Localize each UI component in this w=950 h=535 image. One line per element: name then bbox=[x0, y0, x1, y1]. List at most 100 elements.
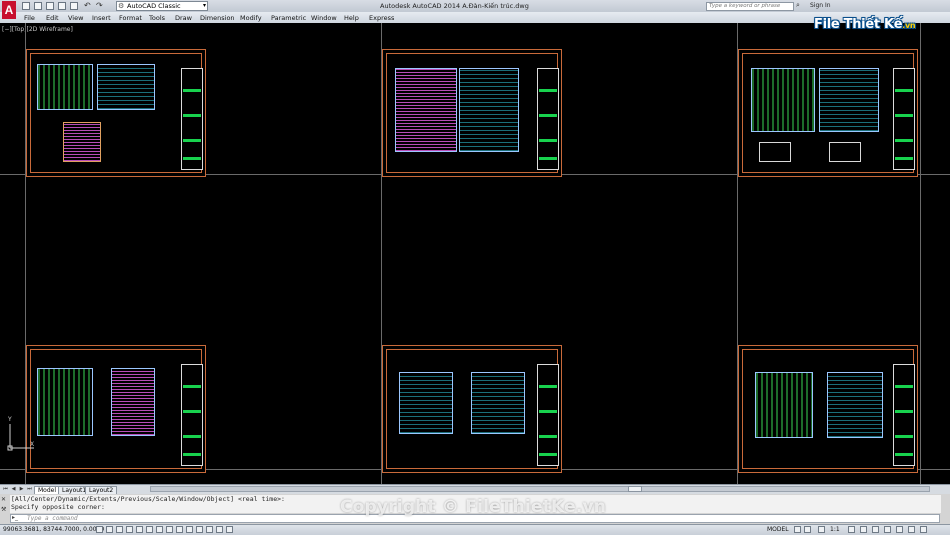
floor-plan bbox=[37, 64, 93, 110]
prev-tab-icon[interactable]: ◀ bbox=[10, 486, 17, 493]
title-block-row bbox=[539, 157, 557, 160]
snap-mode-icon[interactable] bbox=[106, 526, 113, 533]
lock-icon[interactable] bbox=[872, 526, 879, 533]
title-block-row bbox=[183, 410, 201, 413]
status-bar: 99063.3681, 83744.7000, 0.0000 MODEL 1:1 bbox=[0, 524, 950, 535]
copyright-watermark: Copyright © FileThietKe.vn bbox=[340, 497, 607, 517]
title-block-row bbox=[183, 385, 201, 388]
open-icon[interactable] bbox=[34, 2, 42, 10]
drawing-sheet-3[interactable] bbox=[738, 49, 918, 177]
ortho-mode-icon[interactable] bbox=[126, 526, 133, 533]
object-snap-icon[interactable] bbox=[146, 526, 153, 533]
elevation bbox=[399, 372, 453, 434]
title-block-row bbox=[183, 114, 201, 117]
undo-icon[interactable]: ↶ bbox=[84, 1, 91, 10]
title-block-row bbox=[895, 114, 913, 117]
title-block-row bbox=[895, 453, 913, 456]
search-input[interactable]: Type a keyword or phrase bbox=[706, 2, 794, 11]
selection-cycling-icon[interactable] bbox=[226, 526, 233, 533]
sign-in-button[interactable]: Sign In bbox=[810, 2, 831, 9]
infer-constraints-icon[interactable] bbox=[96, 526, 103, 533]
drawing-sheet-6[interactable] bbox=[738, 345, 918, 473]
object-snap-tracking-icon[interactable] bbox=[166, 526, 173, 533]
workspace-switching-icon[interactable] bbox=[860, 526, 867, 533]
grid-display-icon[interactable] bbox=[116, 526, 123, 533]
wrench-icon[interactable]: ⚒ bbox=[1, 506, 6, 513]
next-tab-icon[interactable]: ▶ bbox=[18, 486, 25, 493]
elevation bbox=[471, 372, 525, 434]
menu-format[interactable]: Format bbox=[119, 14, 142, 22]
lineweight-icon[interactable] bbox=[196, 526, 203, 533]
clean-screen-icon[interactable] bbox=[920, 526, 927, 533]
chevron-down-icon: ▾ bbox=[202, 2, 206, 9]
menu-edit[interactable]: Edit bbox=[46, 14, 59, 22]
close-icon[interactable]: ✕ bbox=[1, 496, 6, 503]
elevation bbox=[819, 68, 879, 132]
new-icon[interactable] bbox=[22, 2, 30, 10]
last-tab-icon[interactable]: ⏭ bbox=[26, 486, 33, 493]
command-prompt-icon: ▸_ bbox=[12, 514, 19, 521]
title-block bbox=[537, 68, 559, 170]
drawing-sheet-5[interactable] bbox=[382, 345, 562, 473]
plot-icon[interactable] bbox=[70, 2, 78, 10]
brand-name: File Thiết Kế bbox=[814, 17, 903, 32]
workspace-label: AutoCAD Classic bbox=[127, 2, 181, 10]
menu-view[interactable]: View bbox=[68, 14, 83, 22]
title-block bbox=[893, 364, 915, 466]
annotation-visibility-icon[interactable] bbox=[848, 526, 855, 533]
menu-help[interactable]: Help bbox=[344, 14, 359, 22]
menu-file[interactable]: File bbox=[24, 14, 35, 22]
floor-plan bbox=[459, 68, 519, 152]
polar-tracking-icon[interactable] bbox=[136, 526, 143, 533]
brand-suffix: .vn bbox=[902, 21, 916, 30]
title-block bbox=[181, 68, 203, 170]
transparency-icon[interactable] bbox=[206, 526, 213, 533]
title-block bbox=[893, 68, 915, 170]
hardware-acceleration-icon[interactable] bbox=[884, 526, 891, 533]
menu-draw[interactable]: Draw bbox=[175, 14, 192, 22]
isolate-objects-icon[interactable] bbox=[896, 526, 903, 533]
title-block-row bbox=[183, 435, 201, 438]
redo-icon[interactable]: ↷ bbox=[96, 1, 103, 10]
model-space-toggle[interactable]: MODEL bbox=[767, 526, 789, 533]
drawing-sheet-2[interactable] bbox=[382, 49, 562, 177]
horizontal-scrollbar[interactable] bbox=[150, 486, 930, 492]
3d-object-snap-icon[interactable] bbox=[156, 526, 163, 533]
autocad-logo-icon[interactable]: A bbox=[2, 1, 16, 19]
ucs-y-label: Y bbox=[8, 416, 12, 423]
title-block bbox=[537, 364, 559, 466]
save-as-icon[interactable] bbox=[58, 2, 66, 10]
title-block-row bbox=[539, 453, 557, 456]
menu-parametric[interactable]: Parametric bbox=[271, 14, 306, 22]
menu-window[interactable]: Window bbox=[311, 14, 337, 22]
dynamic-ucs-icon[interactable] bbox=[176, 526, 183, 533]
gear-icon: ⚙ bbox=[118, 2, 125, 10]
drawing-sheet-1[interactable] bbox=[26, 49, 206, 177]
scrollbar-thumb[interactable] bbox=[628, 486, 642, 492]
floor-plan bbox=[97, 64, 155, 110]
status-menu-icon[interactable] bbox=[908, 526, 915, 533]
dynamic-input-icon[interactable] bbox=[186, 526, 193, 533]
viewport-controls[interactable]: [−][Top][2D Wireframe] bbox=[2, 26, 73, 33]
quick-view-layouts-icon[interactable] bbox=[794, 526, 801, 533]
save-icon[interactable] bbox=[46, 2, 54, 10]
title-block-row bbox=[539, 385, 557, 388]
drawing-sheet-4[interactable] bbox=[26, 345, 206, 473]
first-tab-icon[interactable]: ⏮ bbox=[2, 486, 9, 493]
menu-dimension[interactable]: Dimension bbox=[200, 14, 235, 22]
annotation-scale[interactable]: 1:1 bbox=[830, 526, 840, 533]
quick-view-drawings-icon[interactable] bbox=[804, 526, 811, 533]
annotation-scale-icon[interactable] bbox=[818, 526, 825, 533]
title-block-row bbox=[895, 435, 913, 438]
menu-tools[interactable]: Tools bbox=[149, 14, 165, 22]
search-icon[interactable]: ⌕ bbox=[796, 1, 800, 10]
menu-express[interactable]: Express bbox=[369, 14, 394, 22]
title-block-row bbox=[539, 114, 557, 117]
workspace-dropdown[interactable]: ⚙ AutoCAD Classic ▾ bbox=[116, 1, 208, 11]
quick-properties-icon[interactable] bbox=[216, 526, 223, 533]
menu-insert[interactable]: Insert bbox=[92, 14, 111, 22]
drawing-canvas[interactable]: [−][Top][2D Wireframe] bbox=[0, 23, 950, 484]
title-block-row bbox=[539, 410, 557, 413]
title-block-row bbox=[183, 453, 201, 456]
menu-modify[interactable]: Modify bbox=[240, 14, 262, 22]
